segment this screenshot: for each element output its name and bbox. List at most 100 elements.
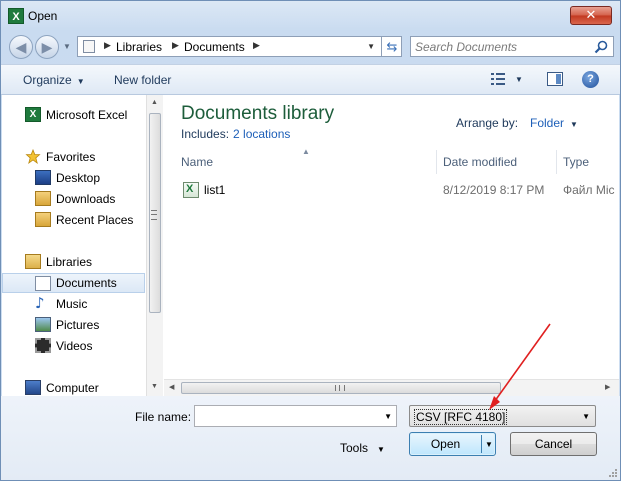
column-name[interactable]: Name: [164, 150, 436, 174]
tools-label: Tools: [340, 441, 369, 455]
command-toolbar: Organize ▼ New folder ▼ ?: [1, 64, 620, 95]
nav-item-documents[interactable]: Documents: [2, 273, 145, 293]
videos-icon: [35, 338, 51, 353]
title-bar[interactable]: X Open ✕: [1, 1, 620, 31]
file-type: Файл Mic: [563, 183, 615, 197]
locations-link[interactable]: 2 locations: [233, 127, 290, 141]
nav-item-label: Desktop: [56, 171, 101, 185]
new-folder-button[interactable]: New folder: [114, 73, 171, 87]
breadcrumb-chevron-icon[interactable]: ▶: [172, 40, 179, 51]
library-includes: Includes: 2 locations: [181, 127, 290, 141]
nav-item-label: Libraries: [46, 255, 93, 269]
arrange-by-dropdown[interactable]: Folder ▼: [530, 116, 578, 130]
file-list-horizontal-scrollbar[interactable]: ◀ ▶: [164, 379, 619, 396]
preview-pane-icon[interactable]: [547, 72, 563, 86]
chevron-down-icon: ▼: [570, 120, 578, 129]
nav-item-music[interactable]: ♪ Music: [2, 294, 145, 314]
file-name-combobox[interactable]: ▼: [194, 405, 397, 427]
file-row[interactable]: list1 8/12/2019 8:17 PM Файл Mic: [164, 180, 619, 202]
file-type-chevron-down-icon: ▼: [582, 412, 590, 421]
excel-icon: X: [25, 107, 41, 122]
star-icon: [25, 149, 41, 164]
file-date-modified: 8/12/2019 8:17 PM: [443, 183, 545, 197]
navigation-scrollbar[interactable]: ▲ ▼: [146, 95, 163, 396]
arrange-by-label: Arrange by:: [456, 116, 519, 130]
nav-item-label: Computer: [46, 381, 99, 395]
breadcrumb-libraries[interactable]: Libraries: [116, 40, 162, 54]
breadcrumb-chevron-icon[interactable]: ▶: [104, 40, 111, 51]
breadcrumb-documents[interactable]: Documents: [184, 40, 245, 54]
search-input[interactable]: [415, 39, 585, 54]
file-type-value: CSV [RFC 4180]: [414, 409, 508, 425]
excel-app-icon: X: [8, 8, 24, 24]
dialog-footer: File name: ▼ CSV [RFC 4180] ▼ Tools ▼ Ope…: [1, 396, 620, 480]
column-header: ▲ Name Date modified Type: [164, 147, 619, 174]
navigation-pane: X Microsoft Excel Favorites Desktop Down…: [2, 95, 146, 396]
scroll-up-icon[interactable]: ▲: [151, 99, 158, 106]
nav-item-label: Documents: [56, 276, 117, 290]
scroll-left-icon[interactable]: ◀: [169, 383, 174, 391]
content-area: X Microsoft Excel Favorites Desktop Down…: [2, 95, 619, 396]
pictures-icon: [35, 317, 51, 332]
file-list-pane: Documents library Includes: 2 locations A…: [164, 95, 619, 396]
open-split-button[interactable]: Open ▼: [409, 432, 496, 456]
tools-button[interactable]: Tools ▼: [340, 441, 385, 455]
file-name-label: File name:: [135, 410, 192, 424]
change-view-icon[interactable]: [491, 73, 505, 85]
nav-item-computer[interactable]: Computer: [2, 378, 145, 398]
back-button[interactable]: ◀: [9, 35, 33, 59]
nav-item-videos[interactable]: Videos: [2, 336, 145, 356]
search-box[interactable]: [410, 36, 614, 57]
organize-label: Organize: [23, 73, 72, 87]
nav-item-label: Microsoft Excel: [46, 108, 128, 122]
open-dialog: X Open ✕ ◀ ▶ ▼ ▶ Libraries ▶ Documents ▶…: [0, 0, 621, 481]
arrange-by-value: Folder: [530, 116, 565, 130]
nav-item-label: Pictures: [56, 318, 100, 332]
organize-button[interactable]: Organize ▼: [23, 73, 85, 87]
recent-pages-chevron-icon[interactable]: ▼: [63, 42, 71, 51]
search-icon[interactable]: [594, 40, 608, 54]
open-button[interactable]: Open: [410, 437, 481, 451]
documents-icon: [35, 276, 51, 291]
nav-item-desktop[interactable]: Desktop: [2, 168, 145, 188]
address-bar[interactable]: ▶ Libraries ▶ Documents ▶ ▼: [77, 36, 402, 57]
nav-item-downloads[interactable]: Downloads: [2, 189, 145, 209]
nav-item-label: Downloads: [56, 192, 116, 206]
nav-item-recent-places[interactable]: Recent Places: [2, 210, 145, 230]
forward-button[interactable]: ▶: [35, 35, 59, 59]
desktop-icon: [35, 170, 51, 185]
resize-grip-icon[interactable]: [608, 468, 618, 478]
includes-label: Includes:: [181, 127, 230, 141]
breadcrumb-chevron-icon[interactable]: ▶: [253, 40, 260, 51]
file-name-input[interactable]: [198, 409, 368, 423]
music-icon: ♪: [35, 294, 45, 312]
address-dropdown-icon[interactable]: ▼: [367, 42, 375, 51]
nav-item-label: Recent Places: [56, 213, 134, 227]
refresh-icon[interactable]: ⇆: [381, 36, 402, 57]
library-title: Documents library: [181, 103, 335, 124]
excel-file-icon: [183, 182, 199, 198]
close-button[interactable]: ✕: [570, 6, 612, 25]
nav-item-favorites[interactable]: Favorites: [2, 147, 145, 167]
nav-item-microsoft-excel[interactable]: X Microsoft Excel: [2, 105, 145, 125]
tools-chevron-down-icon: ▼: [377, 445, 385, 454]
nav-item-label: Videos: [56, 339, 93, 353]
file-name-chevron-down-icon[interactable]: ▼: [384, 412, 392, 421]
file-type-select[interactable]: CSV [RFC 4180] ▼: [409, 405, 596, 427]
recent-places-icon: [35, 212, 51, 227]
scroll-right-icon[interactable]: ▶: [605, 383, 610, 391]
split-divider: [481, 435, 482, 453]
view-options-chevron-down-icon[interactable]: ▼: [515, 75, 523, 84]
file-name: list1: [204, 183, 226, 197]
help-icon[interactable]: ?: [582, 71, 599, 88]
nav-item-label: Favorites: [46, 150, 96, 164]
cancel-button[interactable]: Cancel: [510, 432, 597, 456]
nav-item-label: Music: [56, 297, 88, 311]
column-type[interactable]: Type: [556, 150, 619, 174]
scroll-down-icon[interactable]: ▼: [151, 383, 158, 390]
scroll-grip-icon: [335, 385, 345, 391]
open-options-chevron-down-icon[interactable]: ▼: [485, 440, 493, 449]
column-date-modified[interactable]: Date modified: [436, 150, 556, 174]
nav-item-pictures[interactable]: Pictures: [2, 315, 145, 335]
nav-item-libraries[interactable]: Libraries: [2, 252, 145, 272]
